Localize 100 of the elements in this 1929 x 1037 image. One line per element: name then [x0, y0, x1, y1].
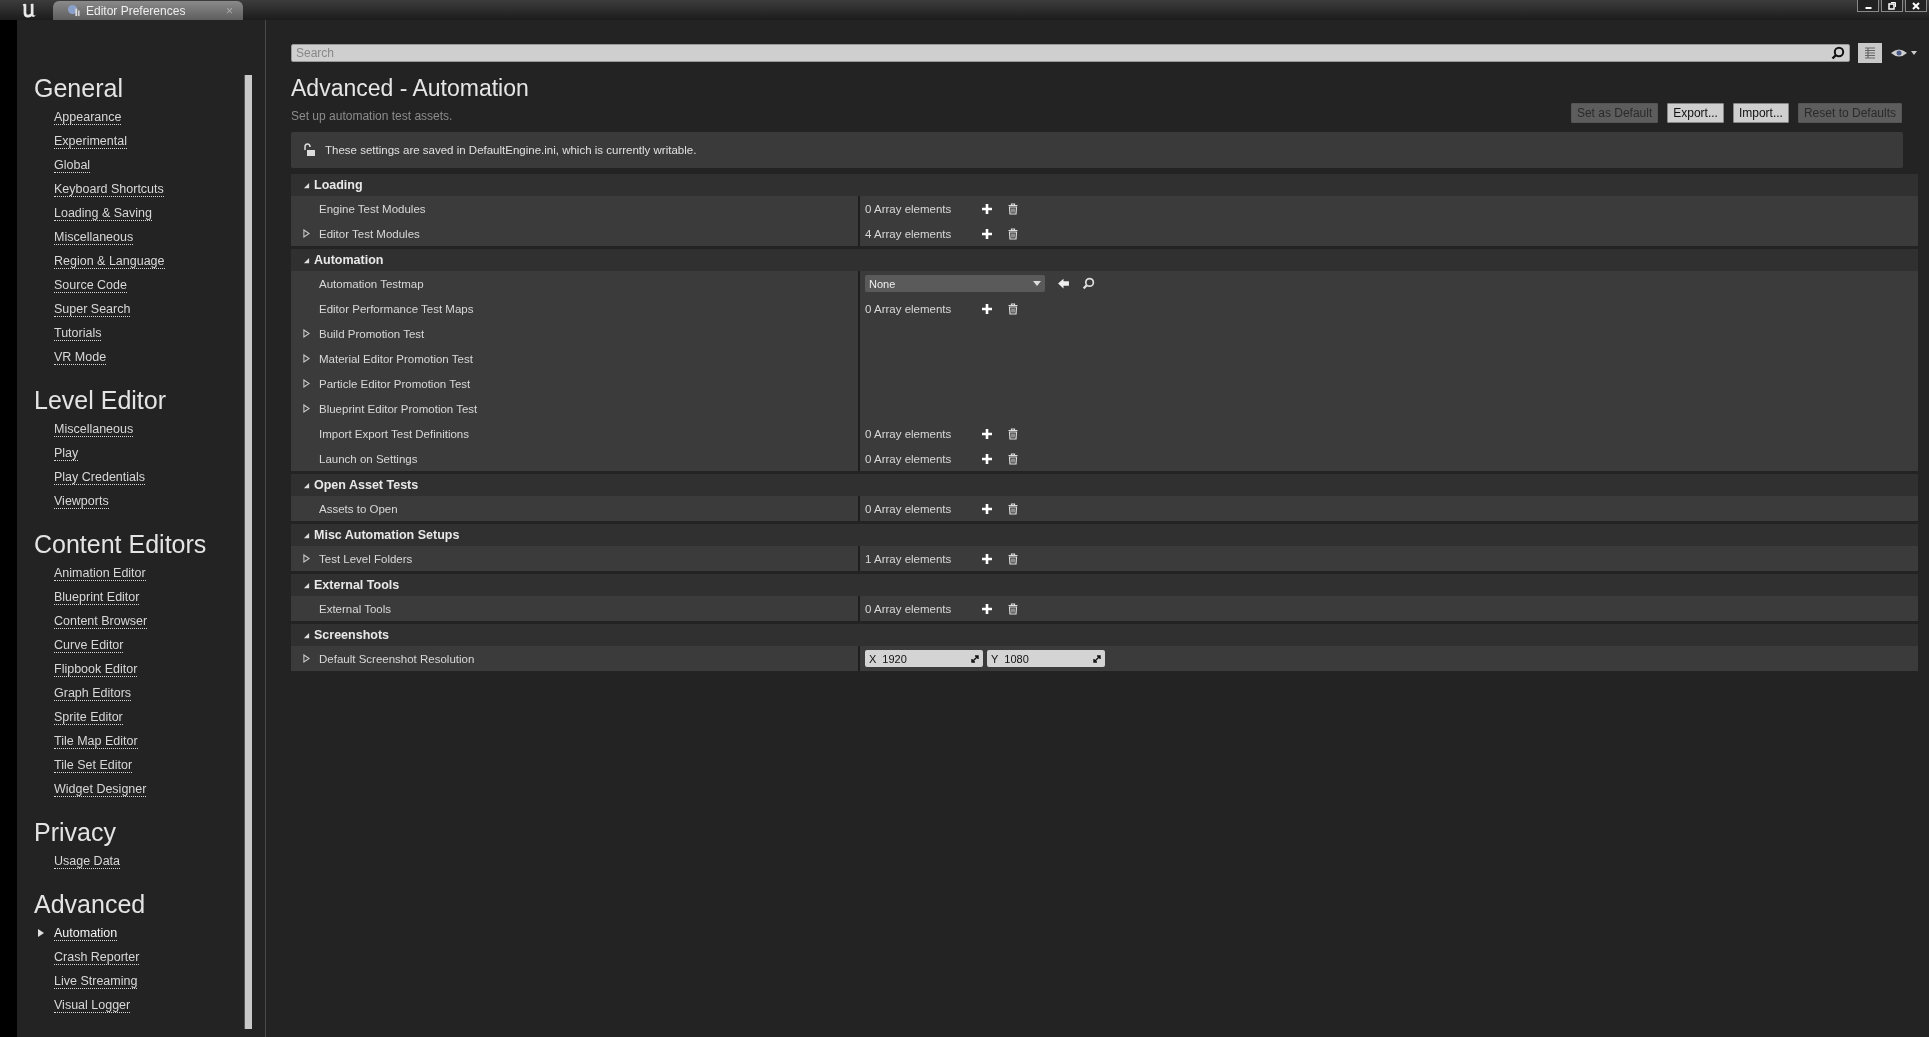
sidebar-link[interactable]: Appearance: [54, 109, 122, 125]
sidebar-link[interactable]: Usage Data: [54, 853, 120, 869]
sidebar-link[interactable]: Live Streaming: [54, 973, 138, 989]
action-button[interactable]: Import...: [1732, 103, 1789, 123]
category-header[interactable]: Screenshots: [291, 624, 1918, 646]
property-name: Build Promotion Test: [319, 327, 425, 340]
search-icon[interactable]: [1082, 277, 1095, 290]
expander-icon[interactable]: [303, 379, 310, 388]
drag-handle-icon[interactable]: [971, 654, 979, 663]
property-name: Particle Editor Promotion Test: [319, 377, 471, 390]
search-icon: [1831, 46, 1845, 60]
sidebar-link[interactable]: Viewports: [54, 493, 109, 509]
sidebar-link[interactable]: Source Code: [54, 277, 127, 293]
sidebar-link[interactable]: Experimental: [54, 133, 127, 149]
left-arrow-icon[interactable]: [1057, 277, 1070, 290]
sidebar-link[interactable]: Crash Reporter: [54, 949, 140, 965]
x-value-field[interactable]: X 1920: [865, 650, 983, 667]
sidebar-link[interactable]: Play Credentials: [54, 469, 145, 485]
page-title: Advanced - Automation: [291, 74, 529, 103]
array-count: 0 Array elements: [865, 202, 953, 215]
add-icon[interactable]: [981, 427, 993, 440]
sidebar-link[interactable]: Visual Logger: [54, 997, 131, 1013]
trash-icon[interactable]: [1007, 427, 1019, 440]
category-header[interactable]: Automation: [291, 249, 1918, 271]
expander-icon[interactable]: [303, 229, 310, 238]
array-count: 1 Array elements: [865, 552, 953, 565]
sidebar-link[interactable]: Super Search: [54, 301, 131, 317]
add-icon[interactable]: [981, 302, 993, 315]
trash-icon[interactable]: [1007, 202, 1019, 215]
property-name: Launch on Settings: [319, 452, 418, 465]
trash-icon[interactable]: [1007, 227, 1019, 240]
sidebar-link[interactable]: Animation Editor: [54, 565, 146, 581]
minimize-button[interactable]: [1857, 0, 1879, 12]
property-name: Material Editor Promotion Test: [319, 352, 473, 365]
array-count: 0 Array elements: [865, 302, 953, 315]
tab-title: Editor Preferences: [86, 3, 187, 18]
expander-icon[interactable]: [303, 354, 310, 363]
add-icon[interactable]: [981, 502, 993, 515]
sidebar-link[interactable]: Sprite Editor: [54, 709, 123, 725]
scrollbar[interactable]: [244, 75, 252, 1029]
sidebar-link[interactable]: Tile Set Editor: [54, 757, 133, 773]
sidebar-link[interactable]: Region & Language: [54, 253, 165, 269]
category-header[interactable]: External Tools: [291, 574, 1918, 596]
add-icon[interactable]: [981, 602, 993, 615]
property-name: Engine Test Modules: [319, 202, 426, 215]
category-name: Automation: [314, 253, 384, 267]
sidebar-link[interactable]: Keyboard Shortcuts: [54, 181, 164, 197]
sidebar-link[interactable]: Play: [54, 445, 79, 461]
editor-tab[interactable]: Editor Preferences ×: [53, 1, 243, 20]
add-icon[interactable]: [981, 452, 993, 465]
sidebar-link[interactable]: Loading & Saving: [54, 205, 152, 221]
add-icon[interactable]: [981, 552, 993, 565]
expander-icon[interactable]: [303, 329, 310, 338]
sidebar-link[interactable]: Global: [54, 157, 91, 173]
caret-icon: [1033, 281, 1041, 286]
trash-icon[interactable]: [1007, 452, 1019, 465]
unlocked-padlock-icon: [303, 143, 315, 157]
sidebar-link[interactable]: Curve Editor: [54, 637, 124, 653]
array-count: 0 Array elements: [865, 427, 953, 440]
map-dropdown[interactable]: None: [865, 275, 1045, 292]
property-name: Import Export Test Definitions: [319, 427, 469, 440]
category-header[interactable]: Loading: [291, 174, 1918, 196]
sidebar-link[interactable]: Miscellaneous: [54, 229, 134, 245]
drag-handle-icon[interactable]: [1093, 654, 1101, 663]
sidebar-link[interactable]: Flipbook Editor: [54, 661, 138, 677]
notice-text: These settings are saved in DefaultEngine.ini, which is currently writable.: [325, 144, 697, 156]
trash-icon[interactable]: [1007, 502, 1019, 515]
minimize-icon: [1864, 6, 1872, 9]
close-button[interactable]: [1905, 0, 1927, 12]
category-name: External Tools: [314, 578, 400, 592]
expander-icon[interactable]: [303, 654, 310, 663]
eye-icon[interactable]: [1890, 47, 1918, 59]
add-icon[interactable]: [981, 202, 993, 215]
action-button[interactable]: Export...: [1667, 103, 1724, 123]
restore-button[interactable]: [1881, 0, 1903, 12]
sidebar-link[interactable]: Content Browser: [54, 613, 148, 629]
trash-icon[interactable]: [1007, 552, 1019, 565]
expander-icon[interactable]: [303, 554, 310, 563]
category-header[interactable]: Open Asset Tests: [291, 474, 1918, 496]
property-name: Automation Testmap: [319, 277, 424, 290]
grid-view-button[interactable]: [1858, 43, 1882, 63]
search-field[interactable]: Search: [291, 44, 1850, 62]
sidebar-link[interactable]: Blueprint Editor: [54, 589, 140, 605]
sidebar-link[interactable]: Automation: [54, 925, 118, 941]
sidebar-link[interactable]: VR Mode: [54, 349, 107, 365]
category-header[interactable]: Misc Automation Setups: [291, 524, 1918, 546]
sidebar-link[interactable]: Miscellaneous: [54, 421, 134, 437]
trash-icon[interactable]: [1007, 602, 1019, 615]
sidebar-link[interactable]: Tile Map Editor: [54, 733, 138, 749]
y-value-field[interactable]: Y 1080: [987, 650, 1105, 667]
property-name: Default Screenshot Resolution: [319, 652, 475, 665]
sidebar-link[interactable]: Widget Designer: [54, 781, 147, 797]
add-icon[interactable]: [981, 227, 993, 240]
sidebar-heading: Level Editor: [34, 385, 168, 416]
sidebar-link[interactable]: Graph Editors: [54, 685, 132, 701]
property-name: Editor Performance Test Maps: [319, 302, 474, 315]
expander-icon[interactable]: [303, 404, 310, 413]
trash-icon[interactable]: [1007, 302, 1019, 315]
sidebar-link[interactable]: Tutorials: [54, 325, 102, 341]
search-input[interactable]: Search: [296, 46, 1831, 60]
